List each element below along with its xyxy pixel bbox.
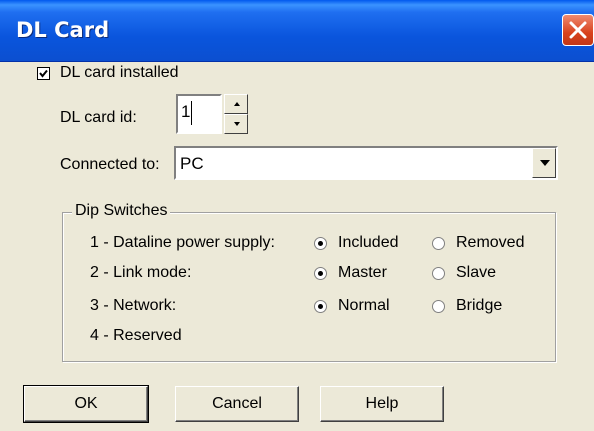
checkmark-icon xyxy=(39,69,48,78)
installed-label: DL card installed xyxy=(60,64,179,81)
radio-removed[interactable] xyxy=(432,237,445,250)
dip-row-label: 4 - Reserved xyxy=(90,327,182,344)
connected-label: Connected to: xyxy=(60,156,160,173)
dip-row-label: 3 - Network: xyxy=(90,297,177,314)
help-button[interactable]: Help xyxy=(320,386,444,422)
chevron-down-icon xyxy=(540,160,550,166)
dropdown-button[interactable] xyxy=(532,148,556,178)
group-title: Dip Switches xyxy=(72,202,171,220)
radio-included[interactable] xyxy=(314,237,327,250)
card-id-label: DL card id: xyxy=(60,109,137,126)
spin-up-icon xyxy=(234,102,240,106)
radio-label: Slave xyxy=(456,264,497,281)
ok-button[interactable]: OK xyxy=(23,385,149,423)
radio-label: Master xyxy=(338,264,387,281)
connected-select[interactable]: PC xyxy=(174,146,558,180)
radio-label: Included xyxy=(338,234,399,251)
dip-row-label: 2 - Link mode: xyxy=(90,264,192,281)
card-id-value: 1 xyxy=(181,102,191,121)
radio-bridge[interactable] xyxy=(432,300,445,313)
spin-down-icon xyxy=(234,122,240,126)
cancel-button[interactable]: Cancel xyxy=(175,386,299,422)
close-icon xyxy=(569,21,587,39)
connected-value: PC xyxy=(180,154,204,173)
installed-checkbox[interactable] xyxy=(37,67,50,80)
radio-normal[interactable] xyxy=(314,300,327,313)
radio-master[interactable] xyxy=(314,267,327,280)
radio-slave[interactable] xyxy=(432,267,445,280)
radio-label: Normal xyxy=(338,297,390,314)
radio-label: Bridge xyxy=(456,297,503,314)
spin-up-button[interactable] xyxy=(224,94,248,114)
spin-down-button[interactable] xyxy=(224,114,248,134)
dip-row-label: 1 - Dataline power supply: xyxy=(90,234,275,251)
window-title: DL Card xyxy=(16,18,110,42)
card-id-input[interactable]: 1 xyxy=(176,94,222,134)
close-button[interactable] xyxy=(562,14,594,46)
title-bar: DL Card xyxy=(0,0,594,62)
radio-label: Removed xyxy=(456,234,525,251)
text-caret xyxy=(191,101,192,125)
